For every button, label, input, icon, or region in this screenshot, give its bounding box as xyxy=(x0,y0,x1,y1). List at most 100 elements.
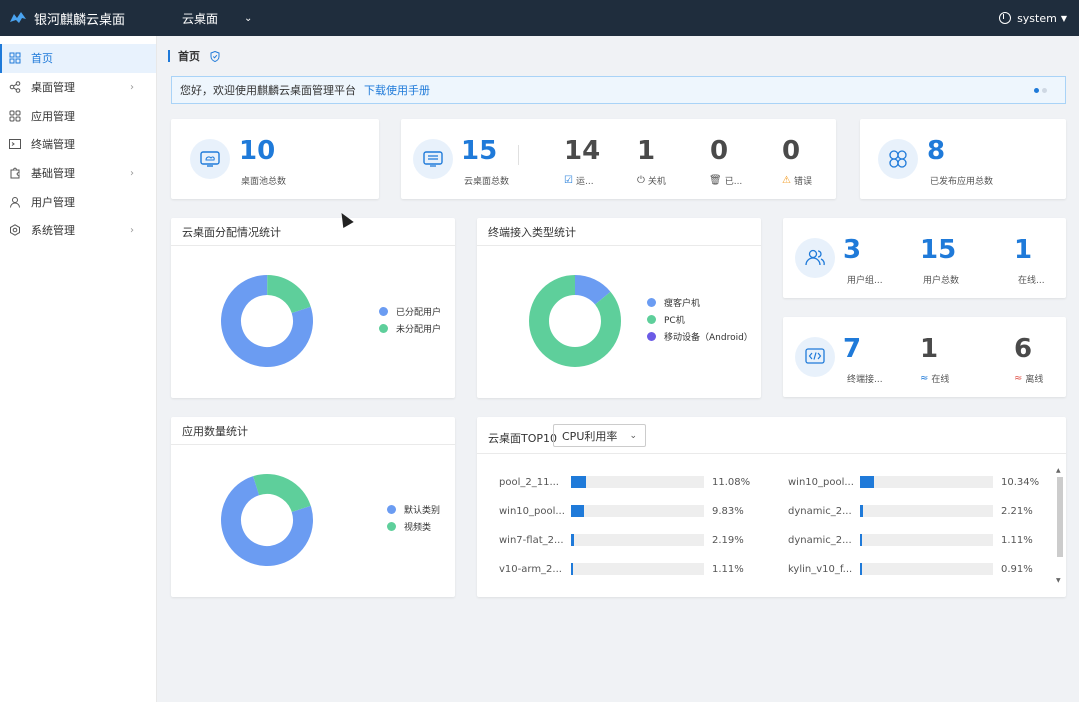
users-count: 15 xyxy=(920,235,957,265)
card-desktop-pool[interactable]: 10 桌面池总数 xyxy=(171,119,379,199)
online-users-label: 在线... xyxy=(1018,276,1045,286)
sidebar-item-label: 桌面管理 xyxy=(31,81,75,95)
legend-item[interactable]: 默认类别 xyxy=(387,501,440,518)
sidebar-item-label: 终端管理 xyxy=(31,138,75,152)
sidebar-item-desktop[interactable]: 桌面管理 › xyxy=(0,73,156,102)
brand-name: 银河麒麟云桌面 xyxy=(34,12,126,28)
sidebar-item-system[interactable]: 系统管理 › xyxy=(0,216,156,245)
chevron-right-icon: › xyxy=(130,224,134,236)
legend-item[interactable]: 已分配用户 xyxy=(379,303,441,320)
online-label: 在线 xyxy=(931,375,950,385)
bar-value: 9.83% xyxy=(712,505,744,517)
terminals-label: 终端接... xyxy=(847,375,883,385)
power-icon xyxy=(999,12,1012,24)
metric-select[interactable]: CPU利用率 ⌄ xyxy=(553,424,646,447)
bar-label: v10-arm_2... xyxy=(499,563,562,575)
bar-track xyxy=(860,563,993,575)
top10-bar-row[interactable]: kylin_v10_f... 0.91% xyxy=(788,562,1037,576)
scrollbar[interactable]: ▲ ▼ xyxy=(1056,467,1064,587)
top10-bar-row[interactable]: v10-arm_2... 1.11% xyxy=(499,562,748,576)
panel-allocation: 云桌面分配情况统计 已分配用户 未分配用户 xyxy=(171,218,455,398)
bar-track xyxy=(571,534,704,546)
check-circle-icon: ☑ xyxy=(564,175,573,186)
top10-bar-row[interactable]: pool_2_11... 11.08% xyxy=(499,475,750,489)
deleted-status: 🗑 已... xyxy=(709,174,742,187)
terminal-legend: 瘦客户机 PC机 移动设备（Android） xyxy=(647,294,753,345)
bar-label: win10_pool... xyxy=(788,476,854,488)
sidebar-item-label: 基础管理 xyxy=(31,167,75,181)
sidebar-item-home[interactable]: 首页 xyxy=(0,44,156,73)
scrollbar-thumb[interactable] xyxy=(1057,477,1063,557)
legend-item[interactable]: 视频类 xyxy=(387,518,440,535)
bar-value: 2.19% xyxy=(712,534,744,546)
top10-bar-row[interactable]: dynamic_2... 1.11% xyxy=(788,533,1037,547)
user-groups-label: 用户组... xyxy=(847,276,883,286)
sidebar-item-apps[interactable]: 应用管理 xyxy=(0,101,156,130)
sidebar-item-terminal[interactable]: 终端管理 xyxy=(0,130,156,159)
allocation-donut-chart[interactable] xyxy=(217,271,317,371)
bar-label: kylin_v10_f... xyxy=(788,563,853,575)
terminals-count: 7 xyxy=(843,334,862,364)
error-label: 错误 xyxy=(793,177,812,187)
download-manual-link[interactable]: 下载使用手册 xyxy=(364,82,430,98)
topnav-desktop-menu[interactable]: 云桌面 ⌄ xyxy=(182,10,252,27)
bar-value: 2.21% xyxy=(1001,505,1033,517)
sidebar-item-label: 系统管理 xyxy=(31,224,75,238)
bar-track xyxy=(860,534,993,546)
kylin-logo-icon xyxy=(10,12,26,23)
card-published-apps[interactable]: 8 已发布应用总数 xyxy=(860,119,1066,199)
apps-icon xyxy=(9,110,21,122)
shutdown-status: ⏻ 关机 xyxy=(637,174,666,187)
offline-count: 6 xyxy=(1014,334,1033,364)
online-count: 1 xyxy=(920,334,939,364)
top10-bar-row[interactable]: win10_pool... 9.83% xyxy=(499,504,748,518)
apps-icon xyxy=(878,139,918,179)
deleted-label: 已... xyxy=(724,177,743,187)
user-name: system xyxy=(1017,11,1057,25)
card-users[interactable]: 3 用户组... 15 用户总数 1 在线... xyxy=(783,218,1066,298)
legend-item[interactable]: 瘦客户机 xyxy=(647,294,753,311)
user-menu[interactable]: system ▼ xyxy=(999,0,1067,36)
bar-fill xyxy=(860,505,863,517)
main-content: 首页 您好，欢迎使用麒麟云桌面管理平台 下载使用手册 10 桌面池总数 15 云… xyxy=(158,36,1079,702)
error-count: 0 xyxy=(782,136,801,166)
card-desktops[interactable]: 15 云桌面总数 14 ☑ 运... 1 ⏻ 关机 0 🗑 已... 0 ⚠ 错误 xyxy=(401,119,836,199)
legend-item[interactable]: PC机 xyxy=(647,311,753,328)
card-terminals[interactable]: 7 终端接... 1 ≈ 在线 6 ≈ 离线 xyxy=(783,317,1066,397)
scroll-up-icon[interactable]: ▲ xyxy=(1056,467,1061,474)
chevron-right-icon: › xyxy=(130,167,134,179)
apps-count: 8 xyxy=(927,136,946,166)
desktops-total-label: 云桌面总数 xyxy=(464,177,510,187)
shutdown-count: 1 xyxy=(637,136,656,166)
bar-fill xyxy=(860,476,874,488)
running-count: 14 xyxy=(564,136,601,166)
sidebar-item-label: 首页 xyxy=(31,52,53,66)
bar-fill xyxy=(571,534,574,546)
deleted-count: 0 xyxy=(710,136,729,166)
chevron-down-icon: ⌄ xyxy=(629,430,637,441)
metric-select-value: CPU利用率 xyxy=(562,429,618,443)
legend-item[interactable]: 未分配用户 xyxy=(379,320,441,337)
bar-fill xyxy=(571,476,586,488)
gear-icon xyxy=(10,224,20,237)
brand[interactable]: 银河麒麟云桌面 xyxy=(0,9,158,28)
desktop-pool-count: 10 xyxy=(239,136,276,166)
sidebar-item-basic[interactable]: 基础管理 › xyxy=(0,159,156,188)
panel-app-count: 应用数量统计 默认类别 视频类 xyxy=(171,417,455,597)
carousel-dots[interactable] xyxy=(1031,88,1047,93)
terminal-donut-chart[interactable] xyxy=(525,271,625,371)
apps-donut-chart[interactable] xyxy=(217,470,317,570)
scroll-down-icon[interactable]: ▼ xyxy=(1056,577,1061,584)
running-status: ☑ 运... xyxy=(564,174,594,187)
code-icon xyxy=(795,337,835,377)
top10-bar-row[interactable]: win7-flat_2... 2.19% xyxy=(499,533,748,547)
legend-item[interactable]: 移动设备（Android） xyxy=(647,328,753,345)
sidebar-item-users[interactable]: 用户管理 xyxy=(0,187,156,216)
bar-value: 1.11% xyxy=(712,563,744,575)
top10-bar-row[interactable]: dynamic_2... 2.21% xyxy=(788,504,1037,518)
breadcrumb-home[interactable]: 首页 xyxy=(178,48,200,64)
wifi-icon: ≈ xyxy=(920,373,929,384)
breadcrumb: 首页 xyxy=(168,48,220,64)
top10-bar-row[interactable]: win10_pool... 10.34% xyxy=(788,475,1039,489)
grid-icon xyxy=(9,52,21,64)
